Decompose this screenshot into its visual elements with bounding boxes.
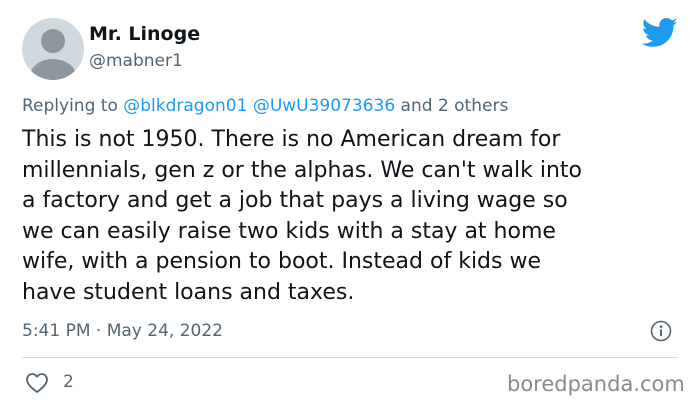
tweet-text: This is not 1950. There is no American d…: [22, 127, 582, 305]
reply-mention-uwu39073636[interactable]: @UwU39073636: [253, 96, 395, 116]
divider: [22, 357, 678, 358]
source-watermark: boredpanda.com: [507, 372, 685, 396]
like-count: 2: [63, 372, 74, 392]
author-display-name[interactable]: Mr. Linoge: [89, 23, 200, 45]
reply-others[interactable]: and 2 others: [401, 96, 509, 116]
tweet-timestamp[interactable]: 5:41 PM · May 24, 2022: [22, 321, 223, 341]
avatar[interactable]: [22, 18, 84, 80]
info-icon[interactable]: [650, 320, 672, 342]
reply-mention-blkdragon01[interactable]: @blkdragon01: [123, 96, 247, 116]
heart-icon[interactable]: [25, 372, 49, 394]
author-handle[interactable]: @mabner1: [89, 51, 183, 71]
default-avatar-icon: [22, 18, 84, 80]
reply-prefix: Replying to: [22, 96, 118, 116]
reply-context: Replying to @blkdragon01 @UwU39073636 an…: [22, 96, 508, 116]
twitter-bird-icon[interactable]: [641, 18, 678, 48]
